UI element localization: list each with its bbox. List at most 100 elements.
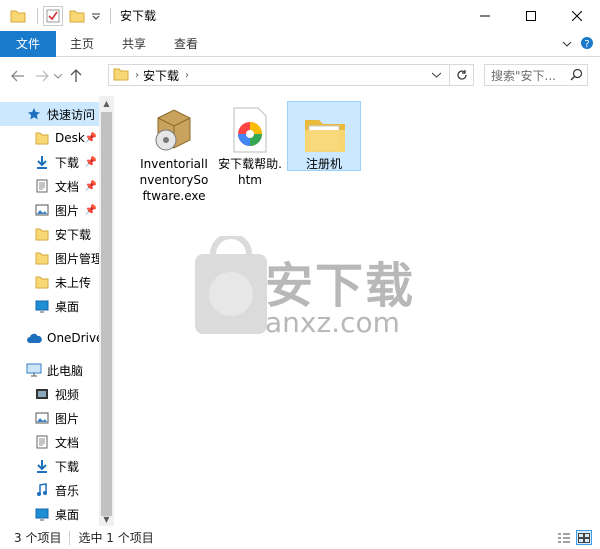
nav-item-this-pc[interactable]: 此电脑 [0,358,113,382]
search-input[interactable]: 搜索"安下... [484,64,588,86]
nav-item-quick-access[interactable]: 快速访问 [0,102,113,126]
search-placeholder: 搜索"安下... [491,68,556,83]
expand-ribbon-icon[interactable] [562,37,572,51]
maximize-icon [526,10,536,21]
folder-icon [288,102,362,156]
refresh-button[interactable] [449,65,473,85]
recent-locations-button[interactable] [52,64,64,88]
tab-share[interactable]: 共享 [108,31,160,57]
window-title: 安下载 [120,9,157,23]
tab-home[interactable]: 主页 [56,31,108,57]
ribbon-tabs: 文件 主页 共享 查看 ? [0,30,600,57]
folder-icon[interactable] [8,6,28,26]
refresh-icon [456,70,467,80]
nav-item-documents-pinned[interactable]: 文档 📌 [0,174,113,198]
nav-item-label: 图片 [55,203,80,218]
scrollbar-thumb[interactable] [101,112,112,516]
pin-icon: 📌 [84,204,97,216]
properties-icon[interactable] [43,5,63,26]
nav-item-label: Desk [55,131,85,145]
scroll-up-arrow-icon[interactable]: ▲ [99,96,114,110]
customize-dropdown-icon[interactable] [91,6,101,26]
status-bar: 3 个项目 选中 1 个项目 [0,526,600,549]
nav-item-desktop[interactable]: 桌面 [0,294,113,318]
folder-icon [34,130,50,146]
nav-scrollbar[interactable]: ▲ ▼ [99,96,114,526]
back-arrow-icon [11,70,24,82]
nav-item-downloads[interactable]: 下载 [0,454,113,478]
tab-file[interactable]: 文件 [0,30,57,57]
address-row: › 安下载 › 搜索"安下... [0,58,600,94]
scroll-down-arrow-icon[interactable]: ▼ [99,512,114,526]
nav-item-not-uploaded[interactable]: 未上传 [0,270,113,294]
nav-item-label: 桌面 [55,507,80,522]
title-bar: 安下载 [0,0,600,31]
cloud-icon [26,330,42,346]
separator [37,7,38,24]
document-icon [34,434,50,450]
nav-item-picture-management[interactable]: 图片管理 [0,246,113,270]
minimize-button[interactable] [462,0,508,31]
file-item-exe[interactable]: InventorialInventorySoftware.exe [137,102,211,204]
file-name: 注册机 [305,157,342,171]
nav-item-music[interactable]: 音乐 [0,478,113,502]
chevron-right-icon[interactable]: › [135,70,139,81]
search-icon [570,68,583,84]
nav-item-label: 音乐 [55,483,80,498]
nav-item-label: 下载 [55,459,80,474]
address-dropdown-button[interactable] [427,65,445,85]
installer-box-icon [137,102,211,156]
nav-item-videos[interactable]: 视频 [0,382,113,406]
desktop-icon [34,298,50,314]
up-arrow-icon [70,69,82,82]
pin-icon: 📌 [84,132,97,144]
help-icon[interactable]: ? [580,36,594,53]
large-icons-view-icon [578,532,590,543]
close-icon [572,10,582,21]
details-view-button[interactable] [556,530,572,545]
nav-item-label: 安下载 [55,227,92,242]
nav-item-downloads-pinned[interactable]: 下载 📌 [0,150,113,174]
file-item-folder[interactable]: 注册机 [287,101,361,171]
folder-icon [34,274,50,290]
nav-item-label: 未上传 [55,275,92,290]
nav-item-label: 此电脑 [47,363,84,378]
download-arrow-icon [34,458,50,474]
nav-item-anxiazai[interactable]: 安下载 [0,222,113,246]
nav-item-label: 快速访问 [47,107,96,122]
file-item-htm[interactable]: 安下载帮助.htm [213,102,287,188]
close-button[interactable] [554,0,600,31]
pin-icon: 📌 [84,156,97,168]
folder-icon [34,250,50,266]
nav-item-documents[interactable]: 文档 [0,430,113,454]
up-button[interactable] [66,64,86,88]
forward-button[interactable] [32,64,52,88]
separator [69,530,71,545]
tab-view[interactable]: 查看 [160,31,212,57]
selection-count: 选中 1 个项目 [78,531,154,545]
chevron-right-icon[interactable]: › [185,70,189,81]
back-button[interactable] [8,64,28,88]
nav-item-desktop-2[interactable]: 桌面 [0,502,113,526]
chevron-down-icon [54,73,62,79]
nav-item-onedrive[interactable]: OneDrive [0,326,113,350]
folder-icon [34,226,50,242]
picture-icon [34,202,50,218]
navigation-pane: 快速访问 Desk 📌 下载 📌 文档 📌 图片 📌 安下载 图片管理 未上传 … [0,96,113,526]
nav-item-pictures[interactable]: 图片 [0,406,113,430]
watermark-subtitle: anxz.com [265,306,400,339]
nav-item-label: 下载 [55,155,80,170]
file-list: 安下载 anxz.com InventorialInventorySoftwar… [115,96,600,526]
colorful-browser-icon [213,102,287,156]
maximize-button[interactable] [508,0,554,31]
star-icon [26,106,42,122]
large-icons-view-button[interactable] [576,530,592,545]
breadcrumb[interactable]: 安下载 [143,67,179,84]
nav-item-pictures-pinned[interactable]: 图片 📌 [0,198,113,222]
new-folder-icon[interactable] [67,6,87,26]
nav-item-desktop-pinned[interactable]: Desk 📌 [0,126,113,150]
quick-access-toolbar: 安下载 [0,0,156,31]
details-view-icon [558,533,570,542]
address-bar[interactable]: › 安下载 › [108,64,474,86]
video-icon [34,386,50,402]
